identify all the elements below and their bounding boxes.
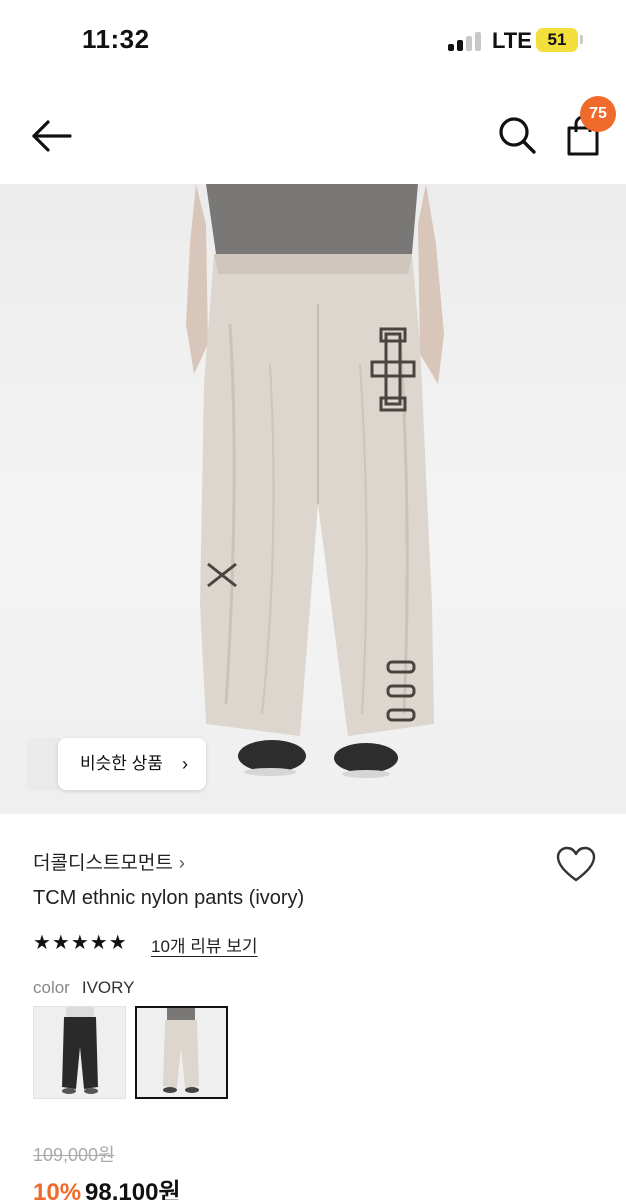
review-link[interactable]: 10개 리뷰 보기 — [151, 932, 258, 957]
battery-icon: 51 — [536, 28, 578, 52]
cart-count-badge: 75 — [580, 96, 616, 132]
status-time: 11:32 — [82, 24, 150, 54]
chevron-right-icon: › — [182, 754, 188, 774]
brand-name: 더콜디스트모먼트 — [33, 853, 173, 874]
color-label: color — [33, 978, 70, 997]
original-price: 109,000원 — [33, 1145, 115, 1165]
wishlist-button[interactable] — [556, 846, 596, 884]
status-bar: 11:32 LTE 51 — [0, 0, 626, 80]
product-image[interactable] — [0, 184, 626, 814]
arrow-left-icon — [32, 120, 72, 152]
similar-products-label: 비슷한 상품 — [80, 754, 163, 773]
product-photo — [186, 184, 444, 778]
signal-icon — [448, 31, 488, 51]
search-button[interactable] — [494, 112, 540, 158]
top-nav: 75 — [0, 96, 626, 176]
price-row: 10% 98,100원 — [33, 1172, 181, 1200]
color-swatch-black[interactable] — [33, 1006, 126, 1099]
battery-tip — [580, 35, 583, 44]
discount-rate: 10% — [33, 1179, 82, 1200]
similar-products-button[interactable]: 비슷한 상품 › — [58, 738, 206, 790]
chevron-right-icon: › — [178, 853, 185, 873]
network-type: LTE — [492, 28, 532, 53]
color-swatch-ivory[interactable] — [135, 1006, 228, 1099]
back-button[interactable] — [28, 114, 76, 158]
sale-price: 98,100원 — [85, 1179, 181, 1200]
battery-level: 51 — [547, 30, 567, 49]
star-rating: ★★★★★ — [33, 932, 128, 954]
swatch-image-black — [34, 1007, 125, 1098]
heart-icon — [556, 846, 596, 882]
color-value: IVORY — [81, 978, 135, 997]
brand-link[interactable]: 더콜디스트모먼트 › — [33, 848, 185, 875]
color-option-row: color IVORY — [33, 978, 134, 998]
product-name: TCM ethnic nylon pants (ivory) — [33, 887, 305, 909]
swatch-image-ivory — [137, 1008, 226, 1097]
search-icon — [499, 117, 536, 154]
